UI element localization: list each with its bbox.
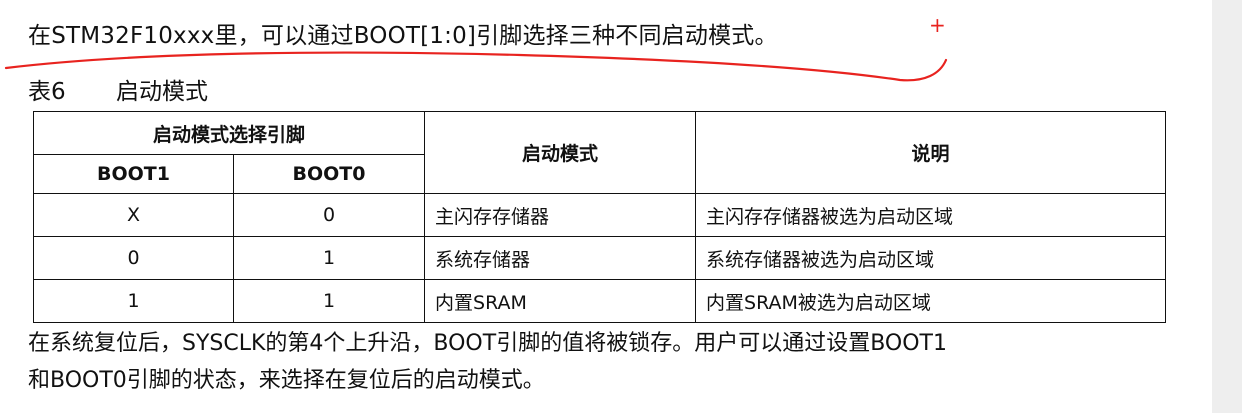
boot0-header: BOOT0: [232, 154, 426, 194]
outro-paragraph: 在系统复位后，SYSCLK的第4个上升沿，BOOT引脚的值将被锁存。用户可以通过…: [28, 325, 1208, 399]
outro-line: 和BOOT0引脚的状态，来选择在复位后的启动模式。: [28, 368, 545, 393]
description-cell: 主闪存存储器被选为启动区域: [695, 193, 1167, 237]
mode-cell: 内置SRAM: [424, 279, 697, 323]
mode-cell: 系统存储器: [424, 236, 697, 280]
boot-pins-group-header: 启动模式选择引脚: [32, 111, 426, 155]
outro-line: 在系统复位后，SYSCLK的第4个上升沿，BOOT引脚的值将被锁存。用户可以通过…: [28, 331, 947, 356]
boot0-cell: 1: [232, 236, 426, 280]
table-row: 1 1 内置SRAM 内置SRAM被选为启动区域: [33, 279, 1167, 323]
table-title: 启动模式: [116, 79, 208, 105]
table-row: 0 1 系统存储器 系统存储器被选为启动区域: [33, 236, 1167, 280]
intro-paragraph: 在STM32F10xxx里，可以通过BOOT[1:0]引脚选择三种不同启动模式。: [28, 23, 778, 49]
description-cell: 系统存储器被选为启动区域: [695, 236, 1167, 280]
boot-mode-header: 启动模式: [424, 111, 697, 194]
boot0-cell: 1: [232, 279, 426, 323]
boot1-cell: X: [33, 193, 234, 237]
table-caption: 表6 启动模式: [28, 72, 208, 106]
document-page: 在STM32F10xxx里，可以通过BOOT[1:0]引脚选择三种不同启动模式。…: [0, 0, 1212, 413]
boot1-cell: 1: [33, 279, 234, 323]
boot-mode-table: 启动模式选择引脚 启动模式 说明 BOOT1 BOOT0 X 0 主闪存存储器 …: [32, 111, 1167, 323]
mode-cell: 主闪存存储器: [424, 193, 697, 237]
boot0-cell: 0: [232, 193, 426, 237]
boot1-cell: 0: [33, 236, 234, 280]
description-cell: 内置SRAM被选为启动区域: [695, 279, 1167, 323]
description-header: 说明: [695, 111, 1167, 194]
table-number: 表6: [28, 79, 66, 105]
table-row: X 0 主闪存存储器 主闪存存储器被选为启动区域: [33, 193, 1167, 237]
boot1-header: BOOT1: [33, 154, 234, 194]
table-header-row: 启动模式选择引脚 启动模式 说明: [32, 111, 1167, 194]
